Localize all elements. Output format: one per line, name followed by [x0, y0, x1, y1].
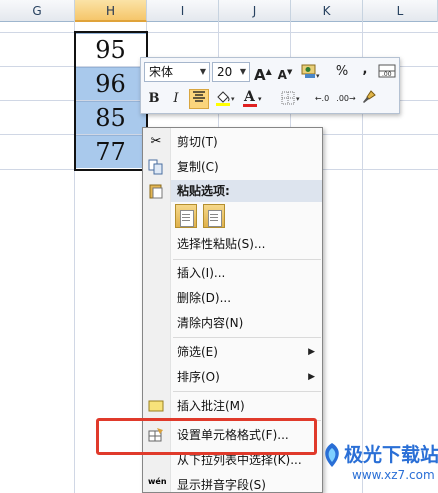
- phonetic-icon: wén: [148, 477, 167, 486]
- borders-icon: ▾: [281, 91, 300, 105]
- menu-item-paste-special[interactable]: 选择性粘贴(S)...: [143, 232, 322, 256]
- menu-item-cut[interactable]: ✂ 剪切(T): [143, 130, 322, 154]
- selection-border: [74, 31, 148, 171]
- column-header-l[interactable]: L: [363, 0, 438, 22]
- highlight-box: [96, 418, 317, 455]
- watermark-url: www.xz7.com: [352, 468, 435, 482]
- chevron-right-icon: ▶: [308, 347, 315, 357]
- watermark-logo-icon: [325, 443, 339, 467]
- bold-button[interactable]: B: [145, 89, 163, 109]
- chevron-down-icon: ▾: [258, 95, 262, 103]
- scissors-icon: ✂: [150, 134, 162, 149]
- svg-text:▾: ▾: [296, 95, 300, 103]
- decrease-decimal-button[interactable]: .00→: [335, 89, 357, 109]
- menu-separator: [173, 391, 321, 392]
- column-header-h[interactable]: H: [75, 0, 147, 22]
- menu-item-sort[interactable]: 排序(O) ▶: [143, 365, 322, 389]
- chevron-right-icon: ▶: [308, 372, 315, 382]
- menu-item-clear-contents[interactable]: 清除内容(N): [143, 311, 322, 335]
- paste-formatting-icon[interactable]: [175, 204, 197, 228]
- column-header-bar: G H I J K L: [0, 0, 438, 22]
- center-align-button[interactable]: [189, 89, 209, 109]
- menu-separator: [173, 337, 321, 338]
- font-color-swatch: [243, 104, 257, 107]
- column-header-j[interactable]: J: [219, 0, 291, 22]
- paste-options-header: 粘贴选项:: [171, 180, 322, 202]
- svg-text:▾: ▾: [231, 95, 235, 103]
- menu-item-insert[interactable]: 插入(I)...: [143, 261, 322, 285]
- copy-icon: [148, 159, 164, 175]
- format-painter-button[interactable]: [360, 89, 378, 109]
- italic-button[interactable]: I: [167, 89, 185, 109]
- percent-button[interactable]: %: [334, 62, 350, 82]
- font-name-combo[interactable]: 宋体 ▼: [144, 62, 210, 82]
- format-painter-table-icon[interactable]: .00: [377, 63, 397, 83]
- chevron-down-icon: ▼: [199, 67, 207, 76]
- svg-text:▾: ▾: [316, 72, 320, 80]
- accounting-format-icon[interactable]: ▾: [299, 62, 321, 82]
- font-name-value: 宋体: [149, 65, 174, 79]
- column-header-g[interactable]: G: [0, 0, 75, 22]
- grow-font-button[interactable]: A▲: [254, 62, 272, 84]
- mini-toolbar: 宋体 ▼ 20 ▼ A▲ A▼ ▾ % , .00 B I ▾ A ▾ ▾ ←.…: [140, 57, 400, 114]
- watermark-title: 极光下载站: [344, 444, 438, 466]
- menu-item-filter[interactable]: 筛选(E) ▶: [143, 340, 322, 364]
- align-center-icon: [193, 91, 205, 102]
- font-size-combo[interactable]: 20 ▼: [212, 62, 250, 82]
- shrink-font-button[interactable]: A▼: [277, 62, 293, 82]
- menu-separator: [173, 259, 321, 260]
- column-header-k[interactable]: K: [291, 0, 363, 22]
- watermark: 极光下载站 www.xz7.com: [318, 432, 438, 493]
- comma-button[interactable]: ,: [359, 60, 371, 80]
- fill-color-button[interactable]: ▾: [213, 89, 237, 109]
- menu-item-copy[interactable]: 复制(C): [143, 155, 322, 179]
- menu-item-insert-comment[interactable]: 插入批注(M): [143, 394, 322, 418]
- font-size-value: 20: [217, 65, 233, 79]
- chevron-down-icon: ▼: [239, 67, 247, 76]
- svg-text:.00: .00: [382, 71, 392, 78]
- font-color-button[interactable]: A ▾: [241, 89, 265, 109]
- increase-decimal-button[interactable]: ←.0: [311, 89, 333, 109]
- comment-icon: [148, 398, 164, 414]
- brush-icon: [363, 90, 376, 103]
- paint-bucket-icon: ▾: [216, 91, 235, 106]
- menu-item-phonetic[interactable]: wén 显示拼音字段(S): [143, 473, 322, 492]
- column-header-i[interactable]: I: [147, 0, 219, 22]
- paste-values-icon[interactable]: [203, 204, 225, 228]
- menu-item-delete[interactable]: 删除(D)...: [143, 286, 322, 310]
- paste-icon: [143, 179, 170, 203]
- borders-button[interactable]: ▾: [279, 89, 303, 109]
